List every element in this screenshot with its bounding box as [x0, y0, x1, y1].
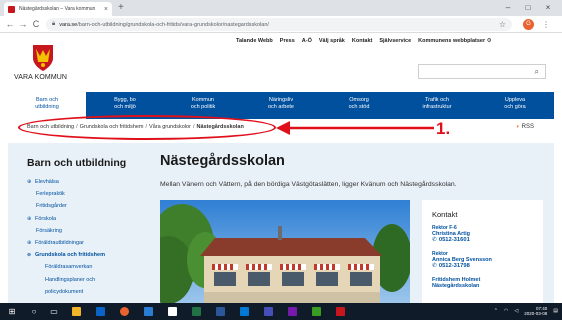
excel-icon[interactable]	[192, 307, 201, 316]
site-search-input[interactable]: ⌕	[418, 64, 546, 79]
browser-toolbar: ← → C 🔒︎ vara.se/barn-och-utbildning/gru…	[0, 16, 562, 33]
utility-link-press[interactable]: Press	[280, 38, 295, 44]
teams-icon[interactable]	[264, 307, 273, 316]
utility-link-websites[interactable]: Kommunens webbplatser ⚙	[418, 38, 491, 44]
word-icon[interactable]	[216, 307, 225, 316]
outlook-icon[interactable]	[240, 307, 249, 316]
phone-icon: ✆	[432, 237, 437, 243]
windows-start-icon[interactable]: ⊞	[6, 306, 18, 317]
annotation-arrow-icon	[276, 121, 434, 135]
forward-button[interactable]: →	[17, 18, 29, 31]
reload-button[interactable]: C	[30, 18, 42, 31]
close-window-button[interactable]: ×	[538, 1, 558, 15]
utility-links: Talande Webb Press A-Ö Välj språk Kontak…	[236, 38, 492, 44]
rss-link[interactable]: ◗ RSS	[516, 124, 534, 130]
expand-icon[interactable]: ⊕	[27, 240, 35, 246]
sidebar-item-elevhalsa[interactable]: ⊕ Elevhälsa	[27, 179, 105, 191]
sidebar-item-ferlepraktik[interactable]: Ferlepraktik	[27, 191, 105, 203]
expand-icon[interactable]: ⊕	[27, 216, 35, 222]
system-clock[interactable]: 07:40 2020-03-08	[524, 306, 547, 316]
app-icon[interactable]	[312, 307, 321, 316]
notification-icon[interactable]: ▤	[553, 308, 558, 314]
windows-taskbar: ⊞ ○ ▭ ⌃ ◠ ◁ 07:40 2020-03-08 ▤	[0, 303, 562, 320]
annotation-number: 1.	[436, 119, 451, 138]
utility-link-a-o[interactable]: A-Ö	[302, 38, 312, 44]
utility-link-talande-webb[interactable]: Talande Webb	[236, 38, 273, 44]
expand-icon[interactable]: ⊕	[27, 179, 35, 185]
annotation-ellipse	[18, 115, 276, 140]
sidebar-item-handlingsplaner[interactable]: Handlingsplaner och	[27, 277, 105, 289]
app-icon[interactable]	[336, 307, 345, 316]
browser-menu-icon[interactable]: ⋮	[542, 18, 550, 31]
browser-tab[interactable]: Nästegårdsskolan – Vara kommun ×	[4, 2, 112, 16]
rss-label: RSS	[521, 124, 534, 130]
nav-item-uppleva[interactable]: Uppleva och göra	[476, 92, 554, 119]
sidebar-item-grundskola[interactable]: ⊖ Grundskola och fritidshem	[27, 252, 105, 264]
sidebar-menu: ⊕ Elevhälsa Ferlepraktik Fritidsgårder ⊕ F…	[27, 179, 105, 301]
system-tray: ⌃ ◠ ◁ 07:40 2020-03-08 ▤	[494, 306, 558, 316]
school-photo	[160, 200, 410, 303]
nav-item-omsorg[interactable]: Omsorg och stöd	[320, 92, 398, 119]
utility-link-self-service[interactable]: Självservice	[379, 38, 411, 44]
url-text: vara.se/barn-och-utbildning/grundskola-o…	[59, 21, 269, 28]
utility-link-contact[interactable]: Kontakt	[352, 38, 372, 44]
app-icon[interactable]	[144, 307, 153, 316]
nav-item-trafik[interactable]: Trafik och infrastruktur	[398, 92, 476, 119]
search-icon[interactable]: ⌕	[535, 67, 539, 77]
file-explorer-icon[interactable]	[72, 307, 81, 316]
search-icon[interactable]: ○	[28, 306, 40, 317]
contact-title: Kontakt	[432, 210, 458, 219]
contact-phone[interactable]: ✆ 0512-31601	[432, 237, 543, 243]
chrome-icon[interactable]	[120, 307, 129, 316]
browser-tab-strip: Nästegårdsskolan – Vara kommun × + – □ ×	[0, 0, 562, 16]
contact-phone[interactable]: ✆ 0512-31798	[432, 263, 543, 269]
main-navigation: Barn och utbildning Bygg, bo och miljö Kom…	[8, 92, 554, 119]
nav-item-barn-och-utbildning[interactable]: Barn och utbildning	[8, 92, 86, 119]
address-bar[interactable]: 🔒︎ vara.se/barn-och-utbildning/grundskol…	[46, 18, 512, 31]
page-title: Nästegårdsskolan	[160, 153, 285, 169]
onenote-icon[interactable]	[288, 307, 297, 316]
sidebar-title: Barn och utbildning	[27, 157, 127, 169]
sidebar-item-foraldrasamverkan[interactable]: Föräldrasamverkan	[27, 264, 105, 276]
collapse-icon[interactable]: ⊖	[27, 252, 35, 258]
lead-paragraph: Mellan Vänern och Vättern, på den bördig…	[160, 181, 457, 188]
edge-icon[interactable]	[96, 307, 105, 316]
new-tab-button[interactable]: +	[118, 2, 124, 14]
sidebar-item-policydokument[interactable]: policydokument	[27, 289, 105, 301]
window-controls: – □ ×	[498, 1, 558, 15]
logo-text: VARA KOMMUN	[14, 74, 68, 81]
contact-panel: Kontakt Rektor F-6 Christina Artig ✆ 0512…	[422, 200, 543, 303]
tab-title: Nästegårdsskolan – Vara kommun	[19, 6, 96, 12]
phone-icon: ✆	[432, 263, 437, 269]
tab-close-icon[interactable]: ×	[104, 6, 108, 13]
sidebar-item-forskola[interactable]: ⊕ Förskola	[27, 216, 105, 228]
back-button[interactable]: ←	[4, 18, 16, 31]
site-logo[interactable]: VARA KOMMUN	[14, 44, 78, 88]
utility-link-language[interactable]: Välj språk	[319, 38, 345, 44]
sidebar-item-forsakring[interactable]: Försäkring	[27, 228, 105, 240]
profile-avatar[interactable]: G	[523, 19, 534, 30]
rss-icon: ◗	[516, 124, 520, 130]
bookmark-star-icon[interactable]: ☆	[499, 18, 506, 31]
volume-icon[interactable]: ◁	[514, 308, 518, 314]
maximize-button[interactable]: □	[518, 1, 538, 15]
minimize-button[interactable]: –	[498, 1, 518, 15]
sidebar-item-foraldrautbildningar[interactable]: ⊕ Föräldrautbildningar	[27, 240, 105, 252]
vara-coat-of-arms-icon	[33, 45, 53, 71]
lock-icon: 🔒︎	[52, 21, 56, 27]
task-view-icon[interactable]: ▭	[48, 306, 60, 317]
sidebar-item-fritidsgarder[interactable]: Fritidsgårder	[27, 203, 105, 215]
app-icon[interactable]	[168, 307, 177, 316]
contact-name[interactable]: Nästegårdsskolan	[432, 283, 543, 289]
nav-item-naringsliv[interactable]: Näringsliv och arbete	[242, 92, 320, 119]
network-icon[interactable]: ◠	[504, 308, 508, 314]
site-favicon-icon	[8, 5, 15, 13]
chevron-up-icon[interactable]: ⌃	[494, 308, 498, 314]
